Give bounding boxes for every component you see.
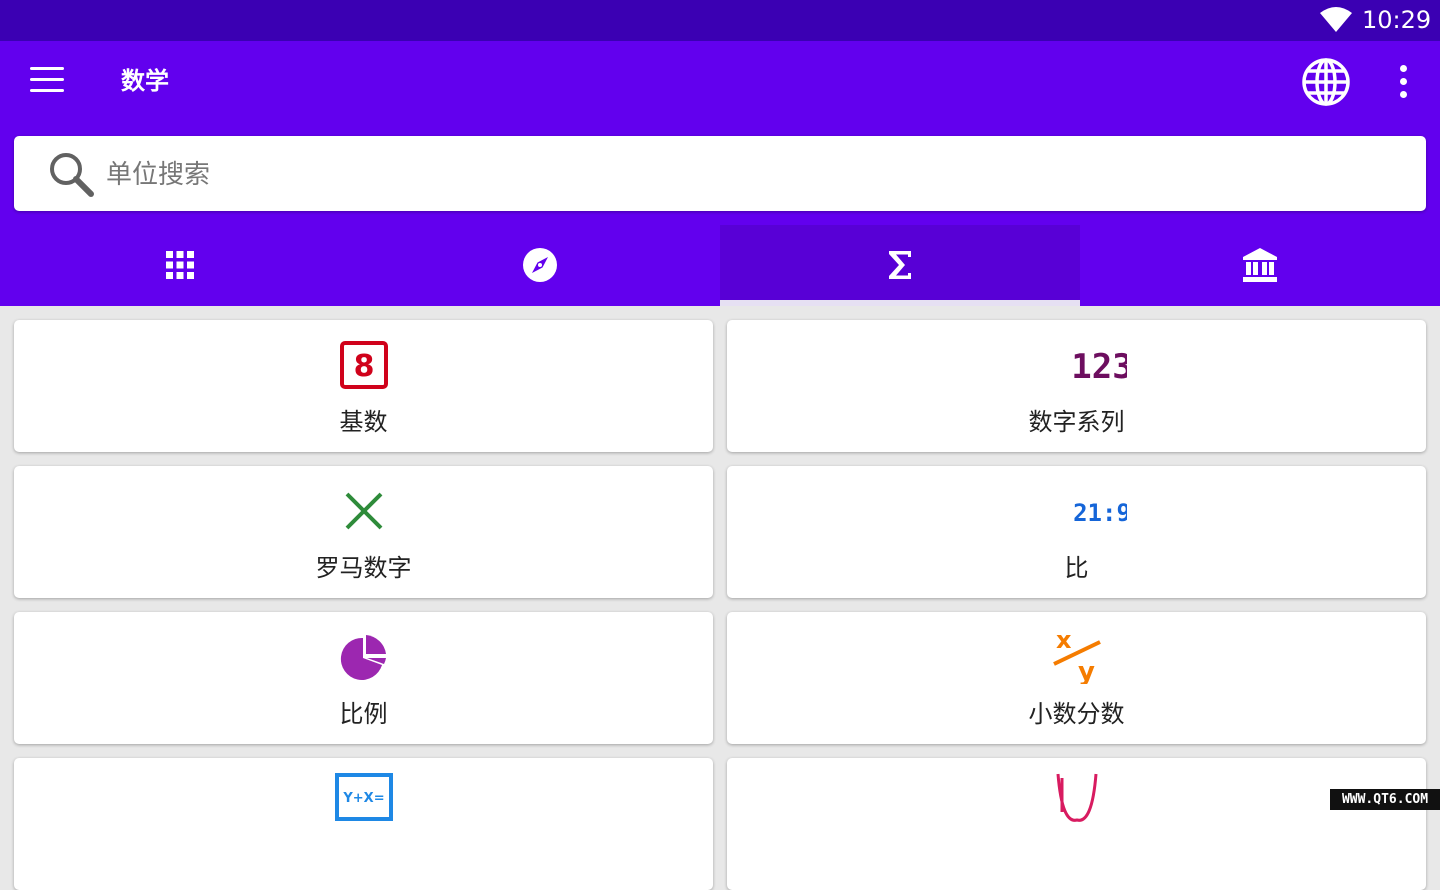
status-bar: 10:29 xyxy=(0,0,1440,41)
card-roman-numerals[interactable]: 罗马数字 xyxy=(14,466,713,598)
card-radix[interactable]: 8 基数 xyxy=(14,320,713,452)
numbers-123-icon: 123 xyxy=(1071,347,1127,387)
tab-finance[interactable] xyxy=(1080,225,1440,306)
card-label: 小数分数 xyxy=(1028,700,1125,728)
card-label: 罗马数字 xyxy=(315,554,412,582)
page-title: 数学 xyxy=(121,67,169,95)
app-bar: 数学 xyxy=(0,41,1440,306)
status-time: 10:29 xyxy=(1362,6,1432,34)
card-label: 比 xyxy=(1064,554,1089,582)
card-function[interactable] xyxy=(727,758,1426,890)
card-proportion[interactable]: 比例 xyxy=(14,612,713,744)
card-decimal-fraction[interactable]: x y 小数分数 xyxy=(727,612,1426,744)
digit-8-icon: 8 xyxy=(340,341,388,389)
apps-grid-icon xyxy=(166,251,194,279)
wifi-icon xyxy=(1320,7,1352,32)
bank-icon xyxy=(1243,248,1277,282)
ratio-icon: 21:9 xyxy=(1073,499,1127,527)
card-label: 基数 xyxy=(339,408,388,436)
svg-text:8: 8 xyxy=(354,349,375,384)
sigma-icon xyxy=(889,251,911,279)
more-options-icon[interactable] xyxy=(1392,65,1414,99)
svg-text:x: x xyxy=(1056,626,1072,654)
svg-text:Y+X=: Y+X= xyxy=(342,791,384,806)
menu-icon[interactable] xyxy=(30,67,64,93)
equation-icon: Y+X= xyxy=(335,773,393,821)
tab-math[interactable] xyxy=(720,225,1080,306)
svg-text:21:9: 21:9 xyxy=(1073,499,1127,527)
watermark: WWW.QT6.COM xyxy=(1330,789,1440,810)
search-input[interactable] xyxy=(104,154,1388,196)
card-equation[interactable]: Y+X= xyxy=(14,758,713,890)
parabola-icon xyxy=(1056,773,1098,822)
svg-text:123: 123 xyxy=(1071,347,1127,387)
compass-icon xyxy=(523,248,557,282)
category-tabs xyxy=(0,225,1440,306)
card-number-series[interactable]: 123 数字系列 xyxy=(727,320,1426,452)
card-ratio[interactable]: 21:9 比 xyxy=(727,466,1426,598)
tab-all[interactable] xyxy=(0,225,360,306)
card-label: 数字系列 xyxy=(1028,408,1125,436)
roman-x-icon xyxy=(345,492,383,530)
tab-explore[interactable] xyxy=(360,225,720,306)
card-label: 比例 xyxy=(339,700,388,728)
active-tab-indicator xyxy=(720,300,1080,306)
search-bar[interactable] xyxy=(14,136,1426,211)
search-icon xyxy=(50,153,94,197)
fraction-xy-icon: x y xyxy=(1053,626,1101,684)
pie-chart-icon xyxy=(340,635,386,680)
globe-icon[interactable] xyxy=(1300,56,1352,108)
svg-text:y: y xyxy=(1078,657,1095,684)
